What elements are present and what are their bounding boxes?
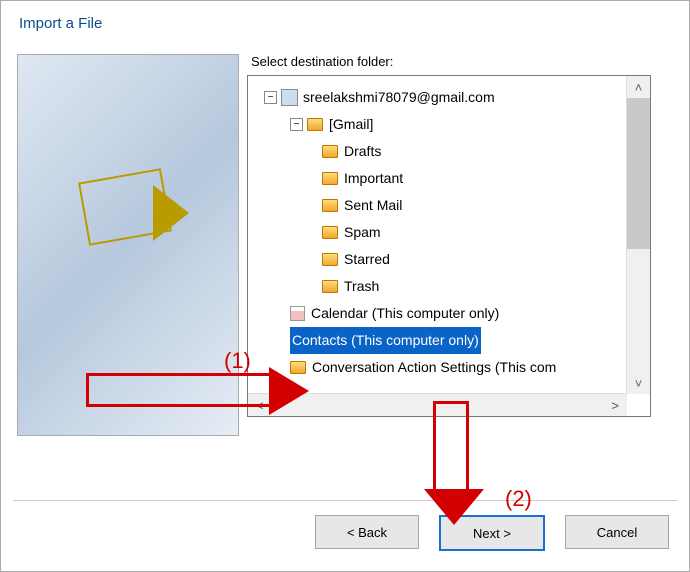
vertical-scrollbar[interactable]: ˄ ˅ — [626, 76, 650, 394]
scroll-up-icon[interactable]: ˄ — [627, 76, 650, 98]
tree-folder-starred[interactable]: Starred — [322, 246, 650, 273]
tree-label: Spam — [344, 220, 381, 245]
folder-icon — [322, 253, 338, 266]
tree-label: Important — [344, 166, 403, 191]
annotation-label-2: (2) — [505, 486, 532, 512]
tree-conversation-row[interactable]: Conversation Action Settings (This com — [290, 354, 650, 381]
annotation-label-1: (1) — [224, 348, 251, 374]
scroll-right-icon[interactable]: > — [603, 398, 627, 413]
tree-account-row[interactable]: − sreelakshmi78079@gmail.com — [264, 84, 650, 111]
account-icon — [281, 89, 298, 106]
folder-icon — [322, 226, 338, 239]
destination-folder-label: Select destination folder: — [247, 42, 673, 75]
collapse-icon[interactable]: − — [290, 118, 303, 131]
folder-icon — [322, 280, 338, 293]
tree-folder-trash[interactable]: Trash — [322, 273, 650, 300]
folder-icon — [322, 199, 338, 212]
tree-label: Trash — [344, 274, 379, 299]
scroll-down-icon[interactable]: ˅ — [627, 372, 650, 394]
annotation-arrow-1 — [86, 373, 272, 407]
tree-folder-important[interactable]: Important — [322, 165, 650, 192]
folder-icon — [322, 172, 338, 185]
tree-folder-drafts[interactable]: Drafts — [322, 138, 650, 165]
tree-gmail-row[interactable]: − [Gmail] — [290, 111, 650, 138]
tree-label: Sent Mail — [344, 193, 402, 218]
cancel-button[interactable]: Cancel — [565, 515, 669, 549]
separator — [13, 500, 677, 501]
dialog-title: Import a File — [1, 1, 689, 42]
calendar-icon — [290, 306, 305, 321]
import-file-dialog: Import a File Select destination folder:… — [0, 0, 690, 572]
dialog-button-bar: < Back Next > Cancel — [315, 515, 669, 551]
scroll-thumb[interactable] — [627, 98, 650, 249]
folder-icon — [307, 118, 323, 131]
tree-label: Starred — [344, 247, 390, 272]
annotation-arrow-2 — [433, 401, 469, 489]
tree-label: Conversation Action Settings (This com — [312, 355, 556, 380]
back-button[interactable]: < Back — [315, 515, 419, 549]
folder-tree[interactable]: − sreelakshmi78079@gmail.com − [Gmail] D… — [247, 75, 651, 417]
tree-folder-sentmail[interactable]: Sent Mail — [322, 192, 650, 219]
tree-label-selected: Contacts (This computer only) — [290, 327, 481, 354]
tree-label: sreelakshmi78079@gmail.com — [303, 85, 495, 110]
tree-contacts-row[interactable]: Contacts (This computer only) — [290, 327, 650, 354]
tree-calendar-row[interactable]: Calendar (This computer only) — [290, 300, 650, 327]
tree-label: Calendar (This computer only) — [311, 301, 499, 326]
collapse-icon[interactable]: − — [264, 91, 277, 104]
tree-folder-spam[interactable]: Spam — [322, 219, 650, 246]
tree-label: [Gmail] — [329, 112, 373, 137]
folder-icon — [322, 145, 338, 158]
tree-label: Drafts — [344, 139, 381, 164]
